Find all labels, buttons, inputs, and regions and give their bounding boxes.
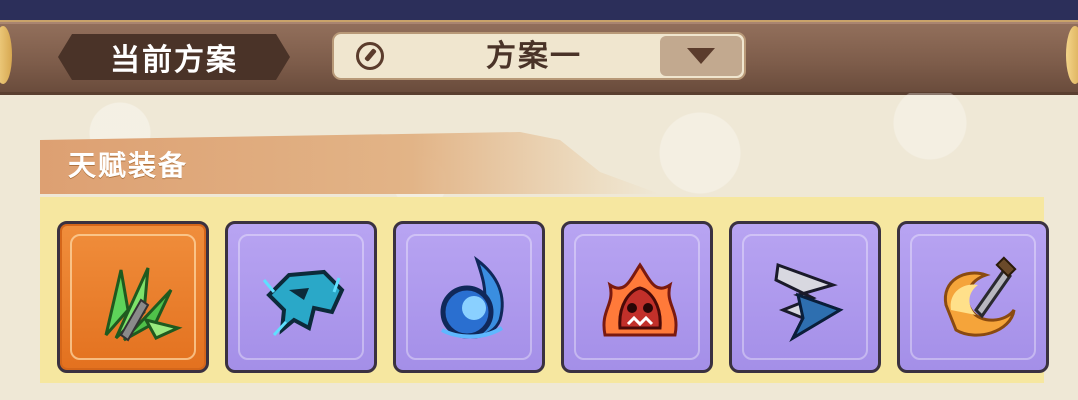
blue-orb-icon [440, 255, 504, 339]
chevron-down-icon[interactable] [660, 36, 742, 76]
plan-name: 方案一 [486, 39, 582, 74]
header-ornament-left [0, 26, 12, 84]
talent-slot-strip [40, 197, 1049, 383]
current-plan-label: 当前方案 [58, 34, 290, 80]
talent-slot-6[interactable] [897, 221, 1049, 373]
blue-beast-icon [262, 269, 345, 337]
talent-slot-3[interactable] [393, 221, 545, 373]
talent-equipment-title: 天赋装备 [68, 149, 189, 182]
edit-icon[interactable] [356, 42, 384, 70]
talent-slot-1[interactable] [57, 221, 209, 373]
green-shards-icon [104, 267, 183, 342]
talent-slot-2[interactable] [225, 221, 377, 373]
red-skull-flame-icon [602, 262, 678, 337]
flaming-sword-icon [943, 256, 1017, 337]
talent-slot-5[interactable] [729, 221, 881, 373]
plan-selector[interactable]: 方案一 [332, 32, 746, 80]
talent-slot-4[interactable] [561, 221, 713, 373]
zigzag-lightning-icon [774, 262, 844, 342]
header-ornament-right [1066, 26, 1078, 84]
header-bar: 当前方案 方案一 [0, 20, 1078, 95]
